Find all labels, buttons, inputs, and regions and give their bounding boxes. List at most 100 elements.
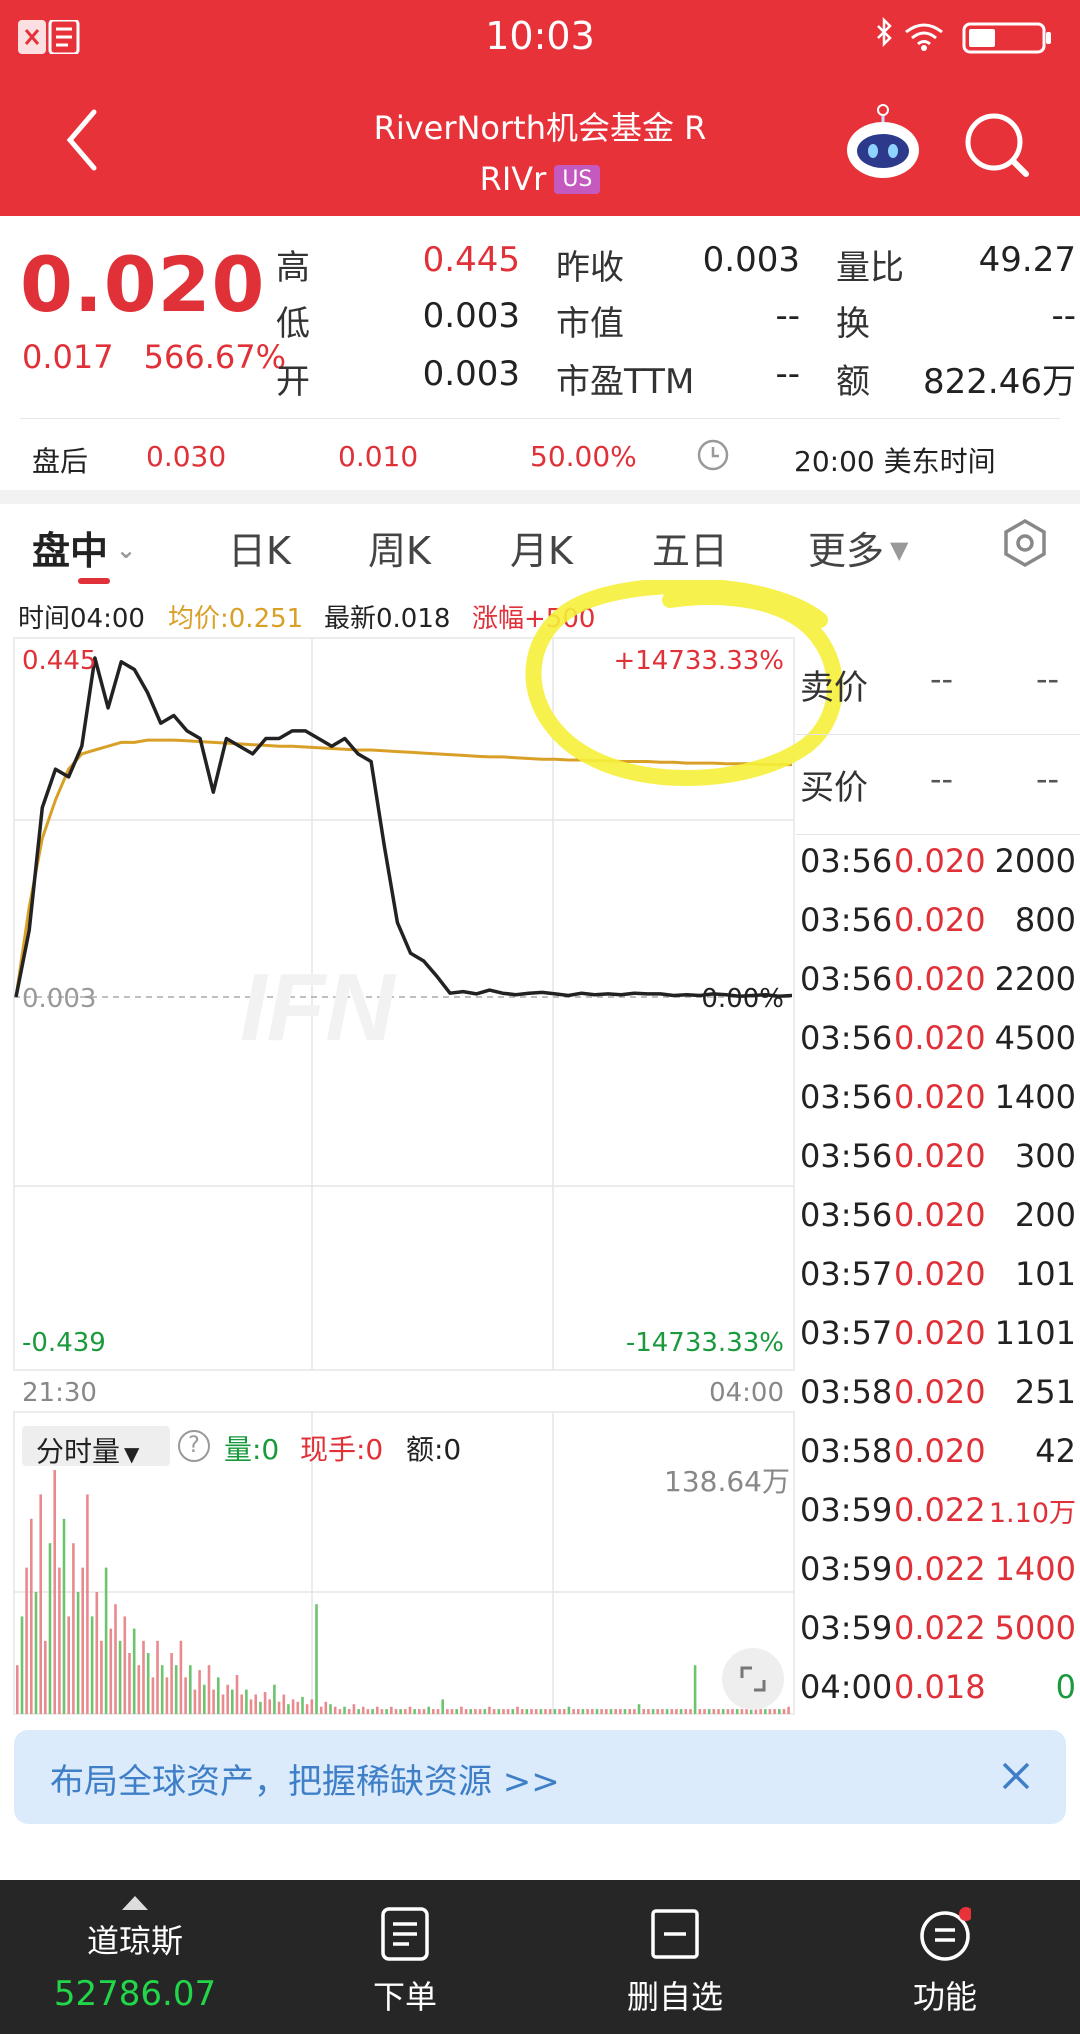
pct-label-base: 0.00%: [701, 984, 784, 1014]
volume-bar: [53, 1470, 56, 1714]
tab-daily-k[interactable]: 日K: [228, 520, 291, 575]
volume-bar: [207, 1665, 211, 1714]
battery-icon: [962, 22, 1051, 54]
index-ticker[interactable]: 道琼斯 52786.07: [0, 1880, 270, 2034]
caret-up-icon: [122, 1896, 148, 1910]
close-icon[interactable]: [996, 1756, 1036, 1796]
volume-bar: [273, 1684, 276, 1714]
stat-value-turnover: --: [1051, 296, 1076, 336]
volume-bar: [422, 1709, 426, 1714]
trade-price: 0.020: [894, 1137, 986, 1175]
volume-bar: [534, 1709, 538, 1714]
y-label-bottom: -0.439: [22, 1328, 106, 1358]
trade-row: 03:56 0.020 4500: [800, 1019, 1076, 1078]
volume-bar: [48, 1543, 52, 1714]
volume-bar: [591, 1709, 594, 1714]
nav-functions[interactable]: 功能: [810, 1880, 1080, 2034]
trade-row: 04:00 0.018 0: [800, 1668, 1076, 1727]
volume-bar: [249, 1699, 253, 1714]
volume-bar: [675, 1709, 678, 1714]
volume-bar: [361, 1706, 365, 1714]
pct-label-bottom: -14733.33%: [625, 1328, 784, 1358]
volume-bar: [184, 1677, 187, 1714]
intraday-chart[interactable]: IFN: [0, 630, 800, 1720]
trade-volume: 1400: [994, 1550, 1076, 1588]
index-value: 52786.07: [53, 1974, 217, 2014]
volume-bar: [735, 1709, 739, 1714]
volume-bar: [707, 1709, 711, 1714]
volume-bar: [189, 1665, 192, 1714]
volume-bar: [460, 1706, 463, 1714]
volume-bar: [104, 1567, 108, 1714]
trade-volume: 1.10万: [988, 1498, 1076, 1529]
tab-monthly-k[interactable]: 月K: [510, 520, 573, 575]
tab-intraday[interactable]: 盘中 ⌄: [32, 520, 136, 575]
volume-bar: [146, 1653, 150, 1714]
trade-row: 03:57 0.020 101: [800, 1255, 1076, 1314]
volume-bar: [633, 1709, 636, 1714]
volume-bar: [614, 1709, 617, 1714]
after-hours-time: 20:00 美东时间: [794, 445, 996, 478]
trade-volume: 1101: [994, 1314, 1076, 1352]
stat-label-amount: 额: [836, 362, 870, 402]
stat-label-turnover: 换: [836, 304, 870, 344]
volume-bar: [745, 1709, 748, 1714]
volume-bar: [86, 1494, 89, 1714]
trade-price: 0.020: [894, 1196, 986, 1234]
bid-label: 买价: [800, 768, 868, 808]
trade-price: 0.020: [894, 1432, 986, 1470]
volume-bar: [287, 1704, 290, 1714]
trade-row: 03:58 0.020 251: [800, 1373, 1076, 1432]
volume-bar: [628, 1709, 631, 1714]
volume-bar: [553, 1709, 557, 1714]
trade-volume: 2000: [994, 842, 1076, 880]
volume-bar: [347, 1709, 351, 1714]
volume-bar: [301, 1696, 304, 1714]
tab-five-day[interactable]: 五日: [652, 520, 728, 575]
current-price: 0.020: [20, 240, 266, 329]
y-label-base: 0.003: [22, 984, 97, 1014]
nav-place-order[interactable]: 下单: [270, 1880, 540, 2034]
help-icon[interactable]: ?: [178, 1430, 210, 1462]
change-percent: 566.67%: [143, 338, 286, 376]
tab-more[interactable]: 更多 ▼: [808, 520, 908, 575]
chart-settings-icon[interactable]: [1000, 518, 1050, 568]
volume-bar: [324, 1701, 328, 1714]
volume-bar: [586, 1709, 589, 1714]
trade-time: 03:57: [800, 1314, 893, 1352]
trade-time: 03:57: [800, 1255, 893, 1293]
trade-volume: 800: [1014, 901, 1076, 939]
trade-volume: 300: [1014, 1137, 1076, 1175]
volume-bar: [689, 1709, 692, 1714]
volume-selector[interactable]: 分时量 ▼: [22, 1426, 170, 1468]
trade-time: 03:58: [800, 1432, 893, 1470]
search-icon[interactable]: [960, 108, 1036, 184]
volume-bar: [90, 1616, 94, 1714]
amount-value: 额:0: [406, 1433, 462, 1466]
trade-row: 03:59 0.022 1.10万: [800, 1491, 1076, 1550]
volume-bar: [637, 1704, 641, 1714]
volume-bar: [455, 1709, 458, 1714]
trade-row: 03:56 0.020 2200: [800, 960, 1076, 1019]
volume-bar: [567, 1706, 571, 1714]
trade-time: 03:56: [800, 901, 893, 939]
volume-bar: [684, 1709, 688, 1714]
stat-value-high: 0.445: [422, 240, 520, 280]
assistant-robot-icon[interactable]: [842, 104, 924, 186]
promo-banner[interactable]: 布局全球资产，把握稀缺资源 >>: [14, 1730, 1066, 1824]
volume-bar: [198, 1670, 201, 1714]
volume-bar: [100, 1640, 103, 1714]
stat-label-low: 低: [276, 304, 310, 344]
trade-price: 0.020: [894, 1255, 986, 1293]
volume-bar: [726, 1709, 730, 1714]
nav-remove-watchlist[interactable]: 删自选: [540, 1880, 810, 2034]
volume-bar: [282, 1694, 286, 1714]
volume-bar: [572, 1709, 575, 1714]
volume-bar: [203, 1684, 206, 1714]
tab-weekly-k[interactable]: 周K: [368, 520, 431, 575]
fullscreen-icon[interactable]: [722, 1648, 784, 1710]
volume-bar: [226, 1684, 229, 1714]
tab-intraday-label: 盘中: [32, 529, 109, 573]
trade-row: 03:59 0.022 1400: [800, 1550, 1076, 1609]
volume-bar: [151, 1677, 155, 1714]
